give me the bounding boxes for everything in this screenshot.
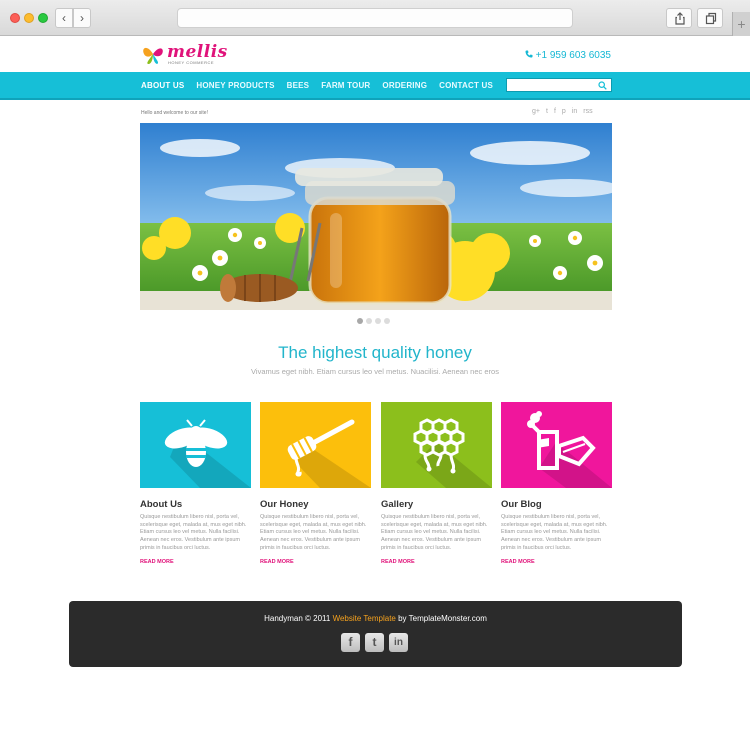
- feature-tile[interactable]: [501, 402, 612, 488]
- read-more-link[interactable]: READ MORE: [260, 559, 371, 565]
- rss-icon[interactable]: rss: [583, 108, 592, 115]
- website-template-link[interactable]: Website Template: [333, 614, 396, 623]
- main-navigation: ABOUT US HONEY PRODUCTS BEES FARM TOUR ORDER…: [0, 72, 750, 100]
- header-social-links: g+ t f p in rss: [532, 108, 593, 115]
- close-window-button[interactable]: [10, 13, 20, 23]
- minimize-window-button[interactable]: [24, 13, 34, 23]
- nav-item-ordering[interactable]: ORDERING: [382, 81, 427, 90]
- honey-dipper-icon: [260, 402, 371, 488]
- google-plus-icon[interactable]: g+: [532, 108, 540, 115]
- share-button[interactable]: [666, 8, 692, 28]
- browser-toolbar: ‹ › +: [0, 0, 750, 36]
- feature-gallery: Gallery Quisque nestibulum libero nisl, …: [381, 402, 492, 565]
- nav-item-farm-tour[interactable]: FARM TOUR: [321, 81, 370, 90]
- facebook-icon[interactable]: f: [341, 633, 360, 652]
- address-bar[interactable]: [177, 8, 573, 28]
- phone-text: +1 959 603 6035: [535, 50, 611, 61]
- hero-slider-image[interactable]: [140, 123, 612, 310]
- feature-title: About Us: [140, 499, 183, 510]
- logo-text: mellis: [167, 42, 228, 62]
- honey-jar-photo: [140, 123, 612, 310]
- search-icon[interactable]: [598, 81, 607, 90]
- share-icon: [675, 12, 685, 25]
- feature-text: Quisque nestibulum libero nisl, porta ve…: [501, 514, 608, 551]
- twitter-icon[interactable]: t: [546, 108, 548, 115]
- back-button[interactable]: ‹: [55, 8, 73, 28]
- nav-item-bees[interactable]: BEES: [287, 81, 310, 90]
- phone-number[interactable]: +1 959 603 6035: [525, 50, 611, 61]
- linkedin-icon[interactable]: in: [572, 108, 577, 115]
- tabs-icon: [705, 12, 717, 25]
- linkedin-icon[interactable]: in: [389, 633, 408, 652]
- feature-our-honey: Our Honey Quisque nestibulum libero nisl…: [260, 402, 371, 565]
- nav-menu: ABOUT US HONEY PRODUCTS BEES FARM TOUR ORDER…: [141, 81, 493, 90]
- bee-icon: [140, 402, 251, 488]
- zoom-window-button[interactable]: [38, 13, 48, 23]
- butterfly-logo-icon: [143, 47, 163, 64]
- feature-tile[interactable]: [260, 402, 371, 488]
- nav-item-honey-products[interactable]: HONEY PRODUCTS: [196, 81, 274, 90]
- feature-about-us: About Us Quisque nestibulum libero nisl,…: [140, 402, 251, 565]
- slider-dot[interactable]: [366, 318, 372, 324]
- slider-pagination: [357, 318, 390, 324]
- new-tab-button[interactable]: +: [732, 12, 750, 36]
- bee-smoker-icon: [501, 402, 612, 488]
- intro-headline: The highest quality honey: [278, 343, 472, 362]
- intro-tagline: Vivamus eget nibh. Etiam cursus leo vel …: [251, 367, 499, 376]
- twitter-icon[interactable]: t: [365, 633, 384, 652]
- feature-title: Gallery: [381, 499, 414, 510]
- footer-suffix: by TemplateMonster.com: [398, 614, 487, 623]
- feature-text: Quisque nestibulum libero nisl, porta ve…: [140, 514, 247, 551]
- phone-icon: [525, 50, 533, 58]
- forward-button[interactable]: ›: [73, 8, 91, 28]
- feature-text: Quisque nestibulum libero nisl, porta ve…: [260, 514, 367, 551]
- read-more-link[interactable]: READ MORE: [501, 559, 612, 565]
- slider-dot[interactable]: [384, 318, 390, 324]
- footer-prefix: Handyman © 2011: [264, 614, 331, 623]
- footer-social-links: f t in: [341, 633, 408, 652]
- welcome-text: Hello and welcome to our site!: [141, 110, 208, 116]
- feature-text: Quisque nestibulum libero nisl, porta ve…: [381, 514, 488, 551]
- facebook-icon[interactable]: f: [554, 108, 556, 115]
- site-logo[interactable]: mellis HONEY COMMERCE: [141, 42, 231, 68]
- feature-tile[interactable]: [140, 402, 251, 488]
- site-footer: Handyman © 2011 Website Template by Temp…: [69, 601, 682, 667]
- read-more-link[interactable]: READ MORE: [381, 559, 492, 565]
- search-input[interactable]: [506, 78, 612, 92]
- slider-dot[interactable]: [375, 318, 381, 324]
- honeycomb-icon: [381, 402, 492, 488]
- read-more-link[interactable]: READ MORE: [140, 559, 251, 565]
- nav-item-about-us[interactable]: ABOUT US: [141, 81, 184, 90]
- pinterest-icon[interactable]: p: [562, 108, 566, 115]
- footer-copyright: Handyman © 2011 Website Template by Temp…: [69, 614, 682, 623]
- feature-title: Our Blog: [501, 499, 542, 510]
- slider-dot[interactable]: [357, 318, 363, 324]
- feature-tile[interactable]: [381, 402, 492, 488]
- nav-item-contact-us[interactable]: CONTACT US: [439, 81, 493, 90]
- logo-tagline: HONEY COMMERCE: [168, 60, 215, 65]
- feature-title: Our Honey: [260, 499, 309, 510]
- tabs-button[interactable]: [697, 8, 723, 28]
- feature-our-blog: Our Blog Quisque nestibulum libero nisl,…: [501, 402, 612, 565]
